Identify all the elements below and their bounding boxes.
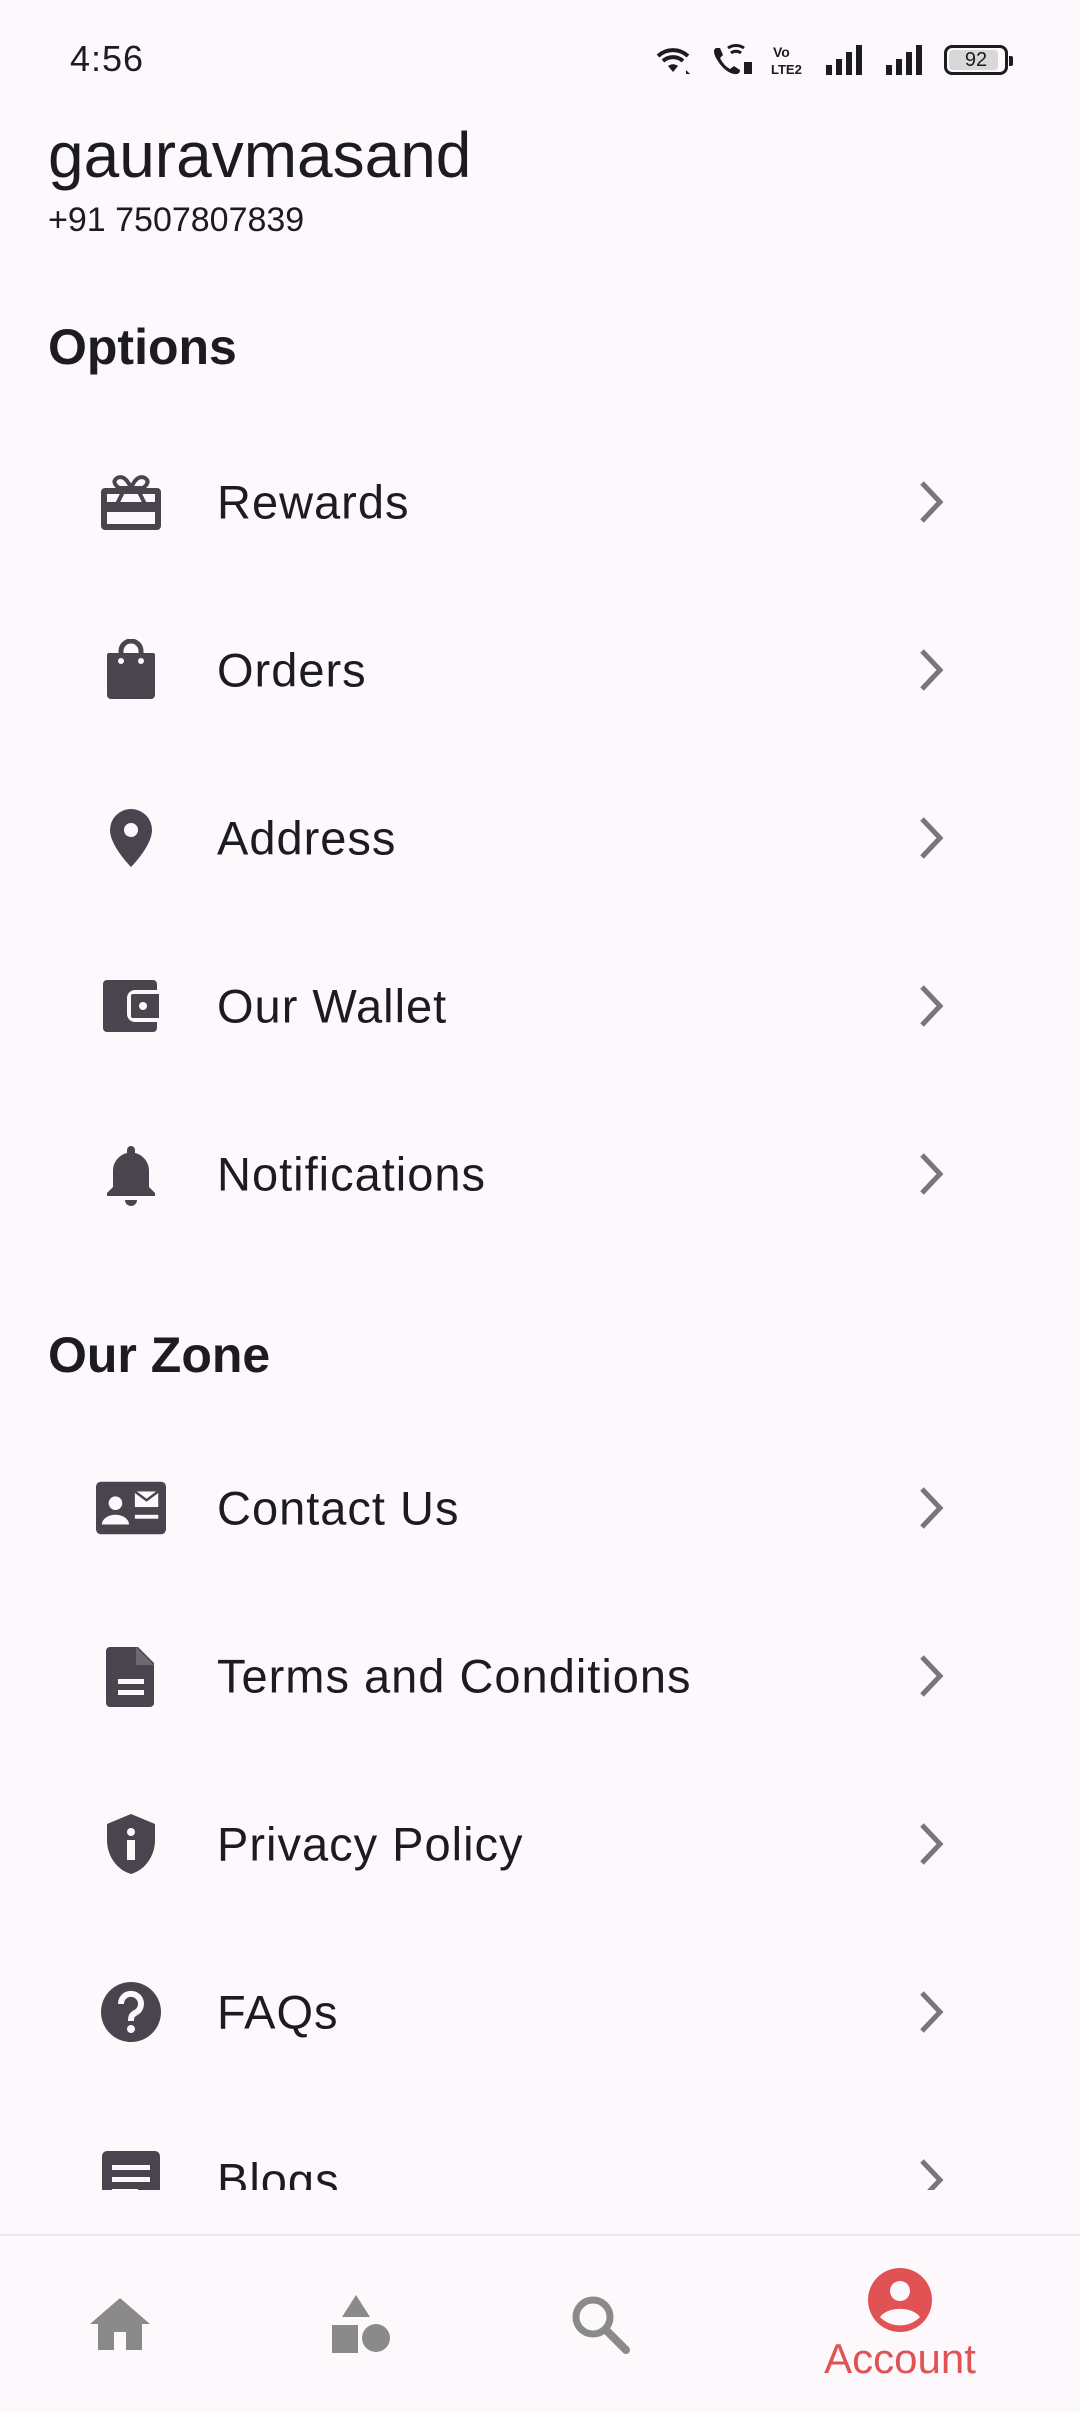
menu-item-blogs[interactable]: Blogs: [0, 2096, 1080, 2190]
help-circle-icon: [96, 1977, 166, 2047]
document-icon: [96, 1641, 166, 1711]
contact-mail-icon: [96, 1473, 166, 1543]
bottom-navigation: Account: [0, 2234, 1080, 2412]
chevron-right-icon: [920, 985, 944, 1027]
location-pin-icon: [96, 803, 166, 873]
chevron-right-icon: [920, 817, 944, 859]
menu-item-label: Blogs: [217, 2153, 340, 2191]
article-icon: [96, 2145, 166, 2190]
menu-item-label: FAQs: [217, 1985, 339, 2039]
menu-item-faqs[interactable]: FAQs: [0, 1928, 1080, 2096]
home-icon: [90, 2298, 150, 2350]
nav-home[interactable]: [60, 2236, 180, 2412]
chevron-right-icon: [920, 481, 944, 523]
menu-item-rewards[interactable]: Rewards: [0, 418, 1080, 586]
chevron-right-icon: [920, 1823, 944, 1865]
nav-search[interactable]: [540, 2236, 660, 2412]
menu-item-orders[interactable]: Orders: [0, 586, 1080, 754]
nav-account[interactable]: Account: [790, 2236, 1010, 2412]
chevron-right-icon: [920, 649, 944, 691]
section-title-options: Options: [48, 319, 237, 375]
menu-item-privacy-policy[interactable]: Privacy Policy: [0, 1760, 1080, 1928]
account-screen: 4:56 Vo LTE2 92 gauravmasand +91 7507807…: [0, 0, 1080, 2412]
chevron-right-icon: [920, 2159, 944, 2190]
menu-item-contact-us[interactable]: Contact Us: [0, 1424, 1080, 1592]
chevron-right-icon: [920, 1487, 944, 1529]
categories-icon: [332, 2295, 390, 2353]
menu-item-terms[interactable]: Terms and Conditions: [0, 1592, 1080, 1760]
menu-item-label: Our Wallet: [217, 979, 448, 1033]
profile-phone: +91 7507807839: [48, 201, 305, 239]
wallet-icon: [96, 971, 166, 1041]
chevron-right-icon: [920, 1153, 944, 1195]
section-title-our-zone: Our Zone: [48, 1327, 271, 1383]
chevron-right-icon: [920, 1991, 944, 2033]
nav-label-account: Account: [824, 2335, 976, 2382]
chevron-right-icon: [920, 1655, 944, 1697]
bell-icon: [96, 1139, 166, 1209]
menu-item-label: Contact Us: [217, 1481, 460, 1535]
menu-item-notifications[interactable]: Notifications: [0, 1090, 1080, 1258]
menu-item-label: Orders: [217, 643, 367, 697]
menu-item-label: Privacy Policy: [217, 1817, 524, 1871]
account-circle-icon: [868, 2268, 932, 2332]
menu-item-label: Rewards: [217, 475, 410, 529]
menu-item-label: Address: [217, 811, 397, 865]
nav-categories[interactable]: [300, 2236, 420, 2412]
menu-item-label: Terms and Conditions: [217, 1649, 692, 1703]
profile-name: gauravmasand: [48, 119, 472, 191]
menu-item-address[interactable]: Address: [0, 754, 1080, 922]
search-icon: [572, 2296, 630, 2354]
scroll-content[interactable]: gauravmasand +91 7507807839 Options Rewa…: [0, 0, 1080, 2190]
card-giftcard-icon: [96, 467, 166, 537]
shopping-bag-icon: [96, 635, 166, 705]
shield-info-icon: [96, 1809, 166, 1879]
battery-level: 92: [964, 48, 988, 71]
menu-item-our-wallet[interactable]: Our Wallet: [0, 922, 1080, 1090]
menu-item-label: Notifications: [217, 1147, 486, 1201]
